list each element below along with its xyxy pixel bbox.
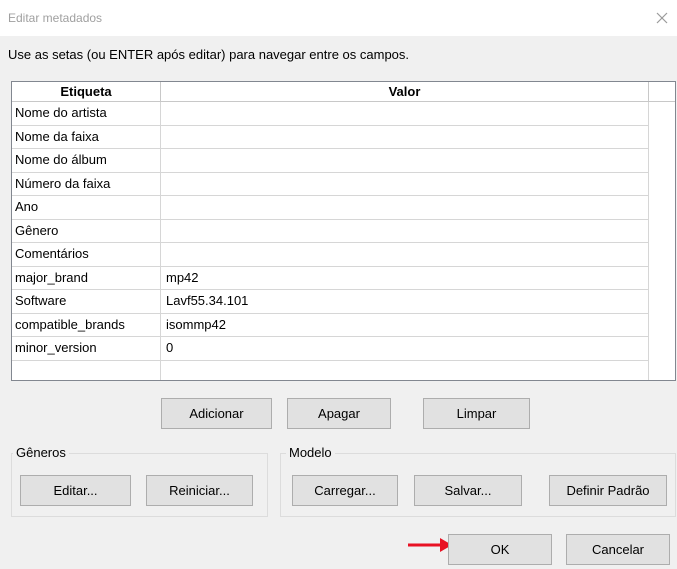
title-bar: Editar metadados [0, 0, 677, 36]
label-cell[interactable]: Gênero [12, 219, 161, 242]
value-cell[interactable]: isommp42 [161, 313, 649, 336]
load-template-button[interactable]: Carregar... [292, 475, 398, 506]
metadata-grid[interactable]: Etiqueta Valor Nome do artista Nome da f… [11, 81, 676, 381]
genres-group-title: Gêneros [13, 445, 69, 460]
save-template-button[interactable]: Salvar... [414, 475, 522, 506]
label-cell[interactable]: Nome do álbum [12, 149, 161, 172]
column-header-label[interactable]: Etiqueta [12, 82, 161, 101]
table-row[interactable] [12, 360, 649, 380]
value-cell[interactable]: Lavf55.34.101 [161, 290, 649, 313]
window-title: Editar metadados [8, 11, 103, 25]
column-header-value[interactable]: Valor [161, 82, 649, 101]
table-row[interactable]: major_brand mp42 [12, 266, 649, 290]
label-cell[interactable]: Ano [12, 196, 161, 219]
clear-button[interactable]: Limpar [423, 398, 530, 429]
table-row[interactable]: Software Lavf55.34.101 [12, 290, 649, 314]
template-group-title: Modelo [286, 445, 335, 460]
label-cell[interactable]: major_brand [12, 266, 161, 289]
value-cell[interactable]: mp42 [161, 266, 649, 289]
table-row[interactable]: Número da faixa [12, 172, 649, 196]
value-cell[interactable] [161, 172, 649, 195]
value-cell[interactable]: 0 [161, 337, 649, 360]
table-row[interactable]: minor_version 0 [12, 337, 649, 361]
table-row[interactable]: Ano [12, 196, 649, 220]
label-cell[interactable]: Nome do artista [12, 102, 161, 125]
reset-genres-button[interactable]: Reiniciar... [146, 475, 253, 506]
label-cell[interactable] [12, 360, 161, 380]
instructions-text: Use as setas (ou ENTER após editar) para… [8, 47, 410, 62]
value-cell[interactable] [161, 196, 649, 219]
grid-body: Nome do artista Nome da faixa Nome do ál… [12, 102, 649, 380]
ok-button[interactable]: OK [448, 534, 552, 565]
value-cell[interactable] [161, 102, 649, 125]
label-cell[interactable]: Software [12, 290, 161, 313]
label-cell[interactable]: compatible_brands [12, 313, 161, 336]
grid-header: Etiqueta Valor [12, 82, 675, 102]
label-cell[interactable]: Comentários [12, 243, 161, 266]
edit-genres-button[interactable]: Editar... [20, 475, 131, 506]
add-button[interactable]: Adicionar [161, 398, 272, 429]
table-row[interactable]: Gênero [12, 219, 649, 243]
table-row[interactable]: compatible_brands isommp42 [12, 313, 649, 337]
label-cell[interactable]: Nome da faixa [12, 125, 161, 148]
label-cell[interactable]: Número da faixa [12, 172, 161, 195]
table-row[interactable]: Nome da faixa [12, 125, 649, 149]
table-row[interactable]: Comentários [12, 243, 649, 267]
close-icon[interactable] [651, 7, 673, 29]
value-cell[interactable] [161, 149, 649, 172]
arrow-icon [408, 538, 452, 552]
table-row[interactable]: Nome do artista [12, 102, 649, 126]
value-cell[interactable] [161, 125, 649, 148]
label-cell[interactable]: minor_version [12, 337, 161, 360]
column-header-filler [649, 82, 675, 101]
cancel-button[interactable]: Cancelar [566, 534, 670, 565]
set-default-button[interactable]: Definir Padrão [549, 475, 667, 506]
value-cell[interactable] [161, 360, 649, 380]
table-row[interactable]: Nome do álbum [12, 149, 649, 173]
delete-button[interactable]: Apagar [287, 398, 391, 429]
value-cell[interactable] [161, 219, 649, 242]
value-cell[interactable] [161, 243, 649, 266]
